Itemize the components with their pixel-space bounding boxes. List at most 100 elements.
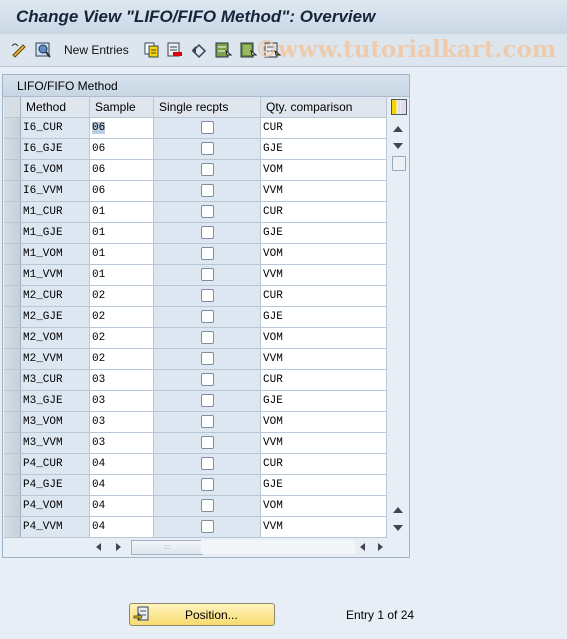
scroll-right-end-icon[interactable] (378, 543, 383, 551)
row-selector[interactable] (4, 453, 21, 475)
sample-input[interactable]: 02 (89, 306, 154, 328)
single-recpts-checkbox[interactable] (200, 436, 214, 450)
qty-comparison-input[interactable]: VOM (260, 411, 387, 433)
select-block-button[interactable] (239, 41, 257, 59)
sample-input[interactable]: 04 (89, 474, 154, 496)
single-recpts-checkbox[interactable] (200, 499, 214, 513)
single-recpts-checkbox[interactable] (200, 331, 214, 345)
single-recpts-checkbox[interactable] (200, 163, 214, 177)
select-all-rows-button[interactable] (4, 97, 21, 118)
single-recpts-checkbox[interactable] (200, 394, 214, 408)
single-recpts-checkbox[interactable] (200, 142, 214, 156)
row-selector[interactable] (4, 264, 21, 286)
qty-comparison-input[interactable]: GJE (260, 474, 387, 496)
column-header-method[interactable]: Method (20, 97, 90, 118)
sample-input[interactable]: 06 (89, 117, 154, 139)
deselect-all-button[interactable] (263, 41, 281, 59)
sample-input[interactable]: 03 (89, 411, 154, 433)
scroll-left-end-icon[interactable] (360, 543, 365, 551)
vertical-scrollbar[interactable] (389, 97, 408, 537)
qty-comparison-input[interactable]: GJE (260, 138, 387, 160)
qty-comparison-input[interactable]: VOM (260, 243, 387, 265)
sample-input[interactable]: 06 (89, 159, 154, 181)
column-header-single-recpts[interactable]: Single recpts (153, 97, 261, 118)
select-all-button[interactable] (214, 41, 232, 59)
details-button[interactable] (34, 41, 52, 59)
scroll-right-icon[interactable] (116, 543, 121, 551)
row-selector[interactable] (4, 516, 21, 538)
sample-input[interactable]: 03 (89, 369, 154, 391)
delete-button[interactable] (166, 41, 184, 59)
single-recpts-checkbox[interactable] (200, 373, 214, 387)
row-selector[interactable] (4, 180, 21, 202)
scroll-up-icon[interactable] (393, 126, 403, 132)
qty-comparison-input[interactable]: VVM (260, 348, 387, 370)
qty-comparison-input[interactable]: GJE (260, 390, 387, 412)
undo-change-button[interactable] (190, 41, 208, 59)
qty-comparison-input[interactable]: VVM (260, 516, 387, 538)
sample-input[interactable]: 03 (89, 432, 154, 454)
vertical-scroll-thumb[interactable] (392, 156, 406, 171)
copy-as-button[interactable] (143, 41, 161, 59)
sample-input[interactable]: 02 (89, 348, 154, 370)
row-selector[interactable] (4, 432, 21, 454)
single-recpts-checkbox[interactable] (200, 352, 214, 366)
new-entries-button[interactable]: New Entries (64, 41, 129, 59)
qty-comparison-input[interactable]: GJE (260, 306, 387, 328)
single-recpts-checkbox[interactable] (200, 289, 214, 303)
row-selector[interactable] (4, 243, 21, 265)
single-recpts-checkbox[interactable] (200, 310, 214, 324)
row-selector[interactable] (4, 201, 21, 223)
row-selector[interactable] (4, 411, 21, 433)
horizontal-scroll-thumb[interactable]: ::: (131, 540, 203, 555)
qty-comparison-input[interactable]: VVM (260, 264, 387, 286)
single-recpts-checkbox[interactable] (200, 268, 214, 282)
row-selector[interactable] (4, 159, 21, 181)
qty-comparison-input[interactable]: GJE (260, 222, 387, 244)
row-selector[interactable] (4, 138, 21, 160)
sample-input[interactable]: 06 (89, 138, 154, 160)
qty-comparison-input[interactable]: VOM (260, 327, 387, 349)
qty-comparison-input[interactable]: CUR (260, 117, 387, 139)
single-recpts-checkbox[interactable] (200, 226, 214, 240)
scroll-down-bottom-icon[interactable] (393, 525, 403, 531)
sample-input[interactable]: 01 (89, 264, 154, 286)
row-selector[interactable] (4, 306, 21, 328)
qty-comparison-input[interactable]: VOM (260, 159, 387, 181)
scroll-down-icon[interactable] (393, 143, 403, 149)
row-selector[interactable] (4, 285, 21, 307)
column-header-qty-comparison[interactable]: Qty. comparison (260, 97, 387, 118)
scroll-up-bottom-icon[interactable] (393, 507, 403, 513)
row-selector[interactable] (4, 495, 21, 517)
qty-comparison-input[interactable]: VVM (260, 180, 387, 202)
sample-input[interactable]: 04 (89, 495, 154, 517)
display-change-button[interactable] (10, 41, 28, 59)
row-selector[interactable] (4, 369, 21, 391)
qty-comparison-input[interactable]: CUR (260, 285, 387, 307)
row-selector[interactable] (4, 390, 21, 412)
single-recpts-checkbox[interactable] (200, 184, 214, 198)
qty-comparison-input[interactable]: VOM (260, 495, 387, 517)
row-selector[interactable] (4, 474, 21, 496)
single-recpts-checkbox[interactable] (200, 415, 214, 429)
sample-input[interactable]: 02 (89, 285, 154, 307)
sample-input[interactable]: 06 (89, 180, 154, 202)
column-header-sample[interactable]: Sample (89, 97, 154, 118)
sample-input[interactable]: 02 (89, 327, 154, 349)
scroll-left-icon[interactable] (96, 543, 101, 551)
row-selector[interactable] (4, 327, 21, 349)
horizontal-scroll-track[interactable] (201, 540, 355, 554)
qty-comparison-input[interactable]: CUR (260, 201, 387, 223)
single-recpts-checkbox[interactable] (200, 457, 214, 471)
qty-comparison-input[interactable]: CUR (260, 369, 387, 391)
single-recpts-checkbox[interactable] (200, 247, 214, 261)
sample-input[interactable]: 01 (89, 243, 154, 265)
single-recpts-checkbox[interactable] (200, 205, 214, 219)
sample-input[interactable]: 03 (89, 390, 154, 412)
qty-comparison-input[interactable]: CUR (260, 453, 387, 475)
column-settings-icon[interactable] (391, 99, 407, 115)
sample-input[interactable]: 04 (89, 453, 154, 475)
qty-comparison-input[interactable]: VVM (260, 432, 387, 454)
row-selector[interactable] (4, 222, 21, 244)
position-button[interactable]: Position... (129, 603, 275, 626)
